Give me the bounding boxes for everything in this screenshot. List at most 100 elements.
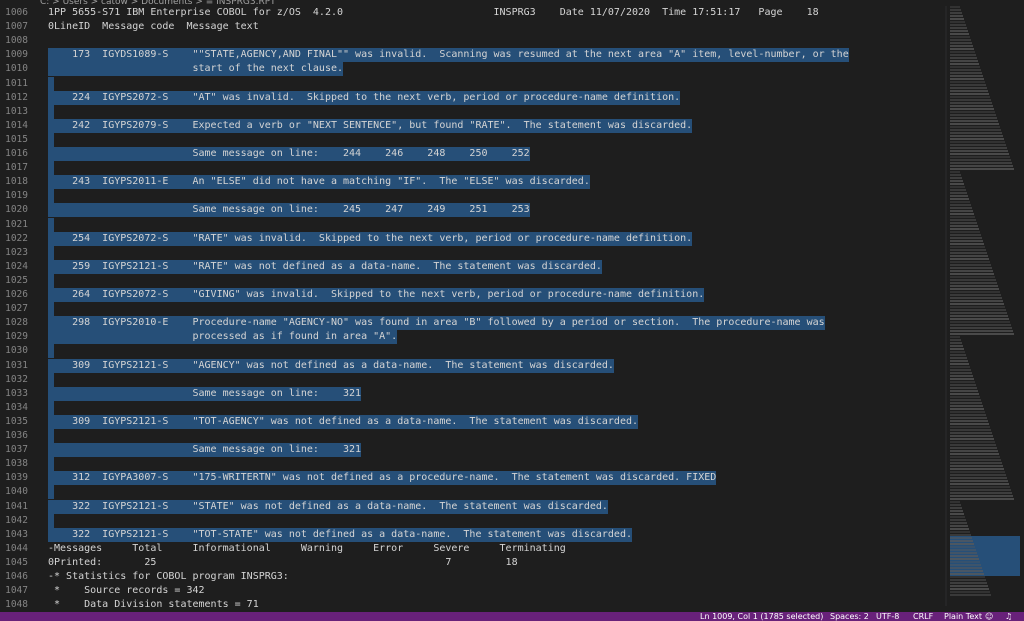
minimap-line [950,435,993,437]
line-text: 173 IGYDS1089-S ""STATE,AGENCY,AND FINAL… [48,48,849,63]
minimap-line [950,15,963,17]
code-line[interactable]: 1037 Same message on line: 321 [0,443,940,458]
line-number: 1036 [5,430,28,441]
code-line[interactable]: 1010 start of the next clause. [0,62,940,77]
minimap-line [950,18,964,20]
line-text [48,245,55,260]
line-text: * Source records = 342 [48,585,205,597]
code-line[interactable]: 1014 242 IGYPS2079-S Expected a verb or … [0,118,940,133]
code-line[interactable]: 1038 [0,457,940,472]
code-line[interactable]: 1011 [0,76,940,91]
code-line[interactable]: 1028 298 IGYPS2010-E Procedure-name "AGE… [0,316,940,331]
minimap-line [950,582,987,584]
minimap-line [950,186,965,188]
line-number: 1016 [5,148,28,159]
code-line[interactable]: 1019 [0,189,940,204]
minimap-line [950,456,1000,458]
code-line[interactable]: 1023 [0,245,940,260]
eol-setting[interactable]: CRLF [913,612,933,621]
code-line[interactable]: 1029 processed as if found in area "A". [0,330,940,345]
line-text [48,485,55,500]
code-line[interactable]: 1035 309 IGYPS2121-S "TOT-AGENCY" was no… [0,414,940,429]
code-line[interactable]: 1048 * Data Division statements = 71 [0,598,940,612]
code-line[interactable]: 1018 243 IGYPS2011-E An "ELSE" did not h… [0,175,940,190]
code-line[interactable]: 1006 1PP 5655-S71 IBM Enterprise COBOL fo… [0,6,940,20]
code-line[interactable]: 1047 * Source records = 342 [0,584,940,598]
notifications-icon[interactable]: ♫ [1005,612,1012,621]
code-line[interactable]: 1021 [0,217,940,232]
minimap-line [950,66,980,68]
code-line[interactable]: 1008 [0,34,940,48]
code-line[interactable]: 1031 309 IGYPS2121-S "AGENCY" was not de… [0,358,940,373]
code-line[interactable]: 1025 [0,273,940,288]
minimap-line [950,327,1012,329]
code-line[interactable]: 1027 [0,302,940,317]
minimap-line [950,531,970,533]
minimap-line [950,588,989,590]
line-text: 242 IGYPS2079-S Expected a verb or "NEXT… [48,118,693,133]
code-line[interactable]: 1034 [0,400,940,415]
minimap-line [950,252,987,254]
code-line[interactable]: 1022 254 IGYPS2072-S "RATE" was invalid.… [0,231,940,246]
line-text [48,429,55,444]
code-line[interactable]: 1009 173 IGYDS1089-S ""STATE,AGENCY,AND … [0,48,940,63]
minimap-line [950,111,995,113]
code-line[interactable]: 1046 -* Statistics for COBOL program INSP… [0,570,940,584]
minimap-line [950,357,967,359]
minimap-line [950,225,978,227]
minimap-line [950,354,966,356]
editor[interactable]: 1006 1PP 5655-S71 IBM Enterprise COBOL fo… [0,6,940,612]
code-line[interactable]: 1032 [0,372,940,387]
code-line[interactable]: 1013 [0,104,940,119]
language-mode[interactable]: Plain Text [944,612,982,621]
code-line[interactable]: 1020 Same message on line: 245 247 249 2… [0,203,940,218]
minimap-line [950,387,977,389]
minimap-line [950,198,969,200]
line-number: 1009 [5,49,28,61]
code-line[interactable]: 1017 [0,161,940,176]
cursor-position[interactable]: Ln 1009, Col 1 (1785 selected) [700,612,823,621]
line-number: 1037 [5,444,28,456]
code-line[interactable]: 1015 [0,132,940,147]
line-text [48,344,55,359]
code-line[interactable]: 1007 0LineID Message code Message text [0,20,940,34]
vertical-scrollbar[interactable] [945,6,947,606]
minimap-line [950,468,1004,470]
minimap-line [950,558,979,560]
code-line[interactable]: 1041 322 IGYPS2121-S "STATE" was not def… [0,499,940,514]
feedback-icon[interactable]: ☺ [985,612,993,621]
code-line[interactable]: 1036 [0,429,940,444]
minimap-line [950,114,996,116]
code-line[interactable]: 1012 224 IGYPS2072-S "AT" was invalid. S… [0,90,940,105]
line-text: processed as if found in area "A". [48,330,398,345]
code-line[interactable]: 1040 [0,485,940,500]
minimap-line [950,444,996,446]
minimap-line [950,237,982,239]
line-text: 1PP 5655-S71 IBM Enterprise COBOL for z/… [48,7,819,18]
code-line[interactable]: 1043 322 IGYPS2121-S "TOT-STATE" was not… [0,527,940,542]
minimap-line [950,402,982,404]
minimap-line [950,255,988,257]
line-text: start of the next clause. [48,62,344,77]
line-text [48,217,55,232]
indentation-setting[interactable]: Spaces: 2 [830,612,869,621]
line-number: 1027 [5,303,28,315]
minimap-line [950,555,978,557]
code-line[interactable]: 1030 [0,344,940,359]
minimap-line [950,522,967,524]
code-line[interactable]: 1024 259 IGYPS2121-S "RATE" was not defi… [0,259,940,274]
minimap[interactable] [950,6,1020,600]
code-line[interactable]: 1026 264 IGYPS2072-S "GIVING" was invali… [0,288,940,303]
minimap-line [950,69,981,71]
code-line[interactable]: 1044 -Messages Total Informational Warnin… [0,542,940,556]
encoding-setting[interactable]: UTF-8 [876,612,899,621]
line-number: 1012 [5,91,28,103]
code-line[interactable]: 1045 0Printed: 25 7 18 [0,556,940,570]
minimap-line [950,60,978,62]
line-text: 298 IGYPS2010-E Procedure-name "AGENCY-N… [48,316,825,331]
code-line[interactable]: 1042 [0,513,940,528]
code-line[interactable]: 1039 312 IGYPA3007-S "175-WRITERTN" was … [0,471,940,486]
code-line[interactable]: 1033 Same message on line: 321 [0,386,940,401]
minimap-line [950,309,1006,311]
code-line[interactable]: 1016 Same message on line: 244 246 248 2… [0,147,940,162]
